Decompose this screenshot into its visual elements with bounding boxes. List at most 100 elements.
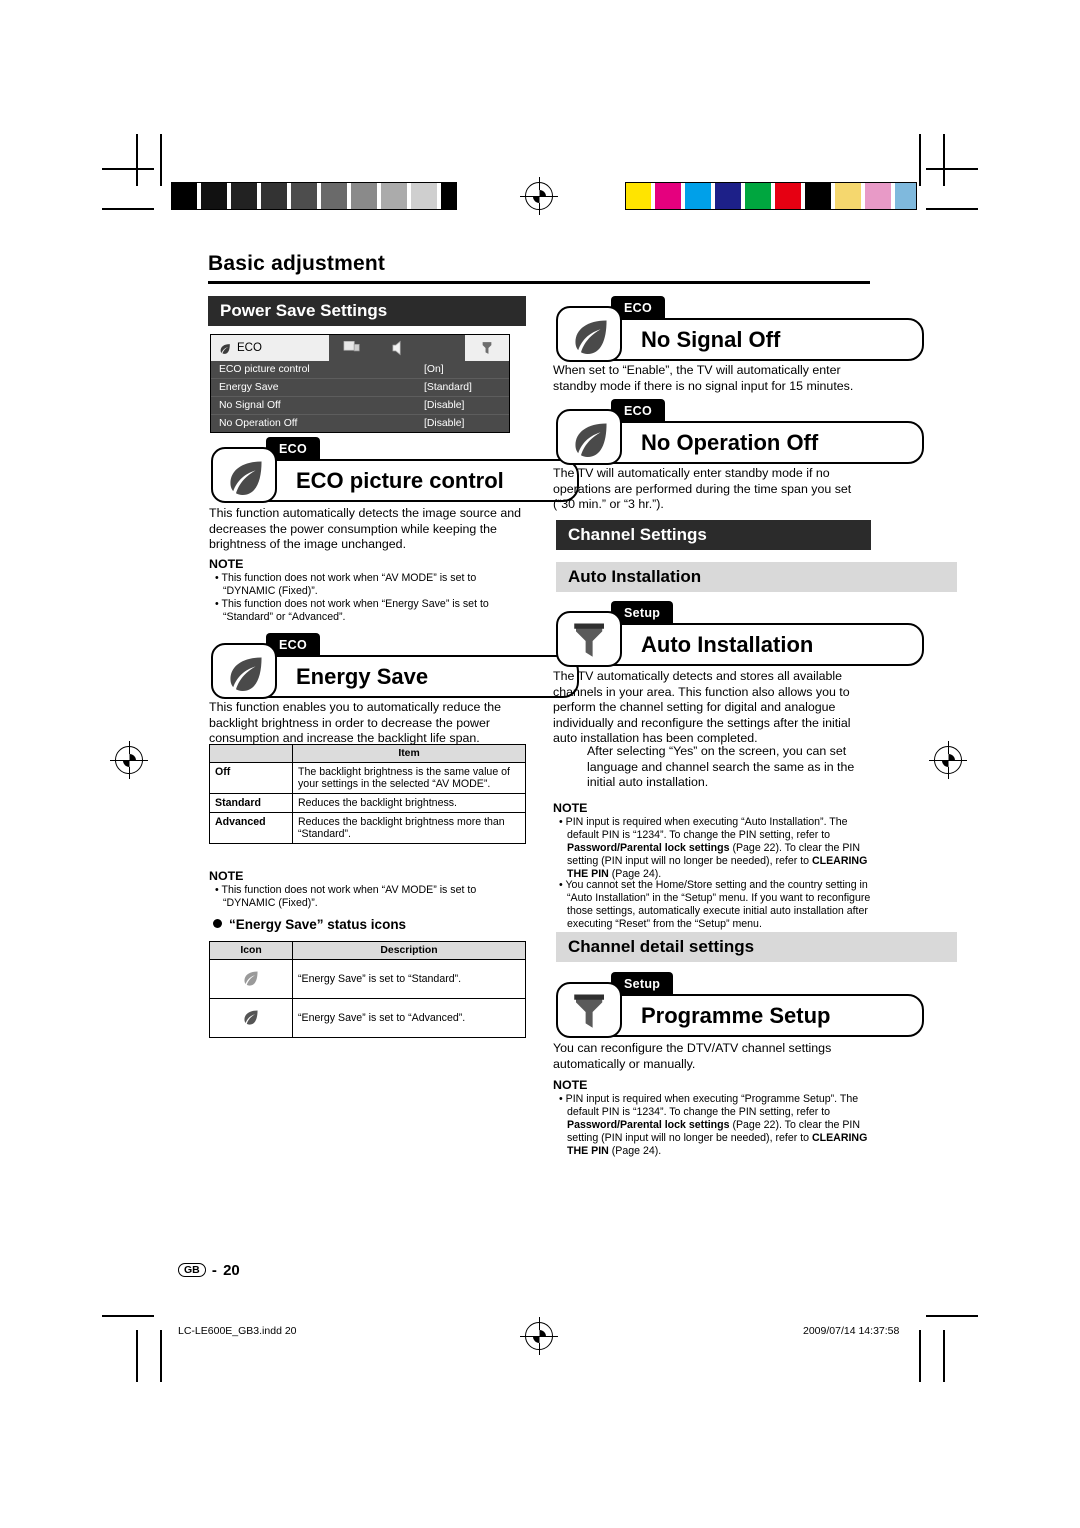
footer-filename: LC-LE600E_GB3.indd 20	[178, 1325, 297, 1337]
crop-mark	[136, 134, 138, 186]
eco-badge	[211, 447, 277, 503]
menu-row: ECO picture control [On]	[211, 361, 509, 378]
banner-title: Programme Setup	[641, 1002, 831, 1028]
eco-picture-body: This function automatically detects the …	[209, 506, 521, 552]
table-cell-desc: “Energy Save” is set to “Advanced”.	[292, 998, 526, 1038]
menu-tab-audio	[375, 335, 421, 361]
menu-row-label: Energy Save	[219, 382, 279, 393]
crop-mark	[102, 1315, 154, 1317]
setup-badge	[556, 982, 622, 1038]
leaf-icon	[575, 423, 607, 457]
greyscale-swatch-outline	[171, 182, 457, 210]
setup-icon	[482, 342, 492, 354]
table-row: “Energy Save” is set to “Advanced”.	[209, 998, 526, 1038]
crop-mark	[926, 208, 978, 210]
crop-mark	[160, 1330, 162, 1382]
picture-icon	[343, 341, 360, 352]
note-label: NOTE	[209, 869, 244, 883]
table-cell-icon	[209, 959, 293, 999]
menu-row: No Operation Off [Disable]	[211, 414, 509, 432]
note-text: This function does not work when “AV MOD…	[221, 884, 477, 909]
leaf-icon	[575, 320, 607, 354]
bullet-dot-icon	[213, 919, 222, 928]
status-icons-heading: “Energy Save” status icons	[213, 917, 406, 932]
energy-save-body: This function enables you to automatical…	[209, 700, 502, 746]
no-operation-off-body: The TV will automatically enter standby …	[553, 466, 852, 512]
registration-mark	[520, 177, 558, 215]
menu-row-value: [Disable]	[424, 418, 465, 429]
note-item: • This function does not work when “AV M…	[215, 884, 477, 909]
table-cell-desc: The backlight brightness is the same val…	[292, 762, 526, 794]
crop-mark	[926, 168, 978, 170]
note-item: • You cannot set the Home/Store setting …	[559, 879, 871, 930]
eco-badge	[556, 409, 622, 465]
section-bar-power-save: Power Save Settings	[208, 296, 526, 326]
leaf-icon	[230, 657, 262, 691]
auto-installation-body2: After selecting “Yes” on the screen, you…	[587, 744, 855, 790]
note-text: This function does not work when “AV MOD…	[221, 572, 477, 597]
menu-row-value: [Standard]	[424, 382, 472, 393]
leaf-icon	[220, 343, 230, 354]
table-header-blank	[209, 744, 293, 763]
banner-title: No Signal Off	[641, 326, 781, 352]
crop-mark	[943, 1330, 945, 1382]
registration-mark	[520, 1317, 558, 1355]
color-swatch-outline	[625, 182, 917, 210]
registration-mark	[110, 741, 148, 779]
page-title: Basic adjustment	[208, 252, 386, 275]
table-header-description: Description	[292, 941, 526, 960]
crop-mark	[102, 168, 154, 170]
menu-tab-bar: ECO	[211, 335, 509, 361]
speaker-icon	[392, 340, 401, 356]
page-number: GB - 20	[178, 1262, 240, 1279]
no-signal-off-body: When set to “Enable”, the TV will automa…	[553, 363, 854, 393]
banner-body: ECO picture control	[266, 459, 579, 502]
note-item: • This function does not work when “Ener…	[215, 598, 489, 623]
leaf-icon	[230, 461, 262, 495]
table-header-row: Item	[209, 744, 526, 763]
table-header-item: Item	[292, 744, 526, 763]
crop-mark	[136, 1330, 138, 1382]
eco-menu-screenshot: ECO ECO picture control [On] Energy Save…	[210, 334, 510, 433]
note-item: • PIN input is required when executing “…	[559, 1093, 868, 1157]
setup-icon	[574, 623, 604, 657]
page-number-value: 20	[223, 1262, 240, 1279]
table-cell-icon	[209, 998, 293, 1038]
table-header-row: Icon Description	[209, 941, 526, 960]
leaf-icon-standard	[244, 970, 258, 986]
menu-row: No Signal Off [Disable]	[211, 396, 509, 414]
section-bar-channel-settings: Channel Settings	[556, 520, 871, 550]
energy-save-table: Item Off The backlight brightness is the…	[209, 744, 526, 844]
subsection-bar-channel-detail: Channel detail settings	[556, 932, 957, 962]
crop-mark	[919, 134, 921, 186]
table-cell-desc: “Energy Save” is set to “Standard”.	[292, 959, 526, 999]
crop-mark	[919, 1330, 921, 1382]
eco-badge	[556, 306, 622, 362]
footer-timestamp: 2009/07/14 14:37:58	[803, 1325, 900, 1337]
menu-tab-setup	[465, 335, 509, 361]
table-cell-desc: Reduces the backlight brightness more th…	[292, 812, 526, 844]
table-cell-item: Off	[209, 762, 293, 794]
note-label: NOTE	[553, 1078, 588, 1092]
document-page: Basic adjustment Power Save Settings ECO	[0, 0, 1080, 1528]
region-code: GB	[178, 1263, 206, 1277]
table-cell-item: Standard	[209, 793, 293, 813]
table-row: Off The backlight brightness is the same…	[209, 762, 526, 794]
menu-row-value: [Disable]	[424, 400, 465, 411]
subsection-bar-auto-installation: Auto Installation	[556, 562, 957, 592]
banner-body: No Signal Off	[611, 318, 924, 361]
banner-body: No Operation Off	[611, 421, 924, 464]
menu-tab-eco: ECO	[211, 335, 329, 361]
banner-body: Programme Setup	[611, 994, 924, 1037]
note-label: NOTE	[209, 557, 244, 571]
title-rule	[208, 281, 870, 284]
banner-body: Auto Installation	[611, 623, 924, 666]
menu-row-label: No Operation Off	[219, 418, 298, 429]
menu-row: Energy Save [Standard]	[211, 378, 509, 396]
banner-title: Energy Save	[296, 663, 429, 689]
note-label: NOTE	[553, 801, 588, 815]
table-header-icon: Icon	[209, 941, 293, 960]
table-row: Standard Reduces the backlight brightnes…	[209, 793, 526, 813]
setup-icon	[574, 994, 604, 1028]
note-item: • This function does not work when “AV M…	[215, 572, 477, 597]
